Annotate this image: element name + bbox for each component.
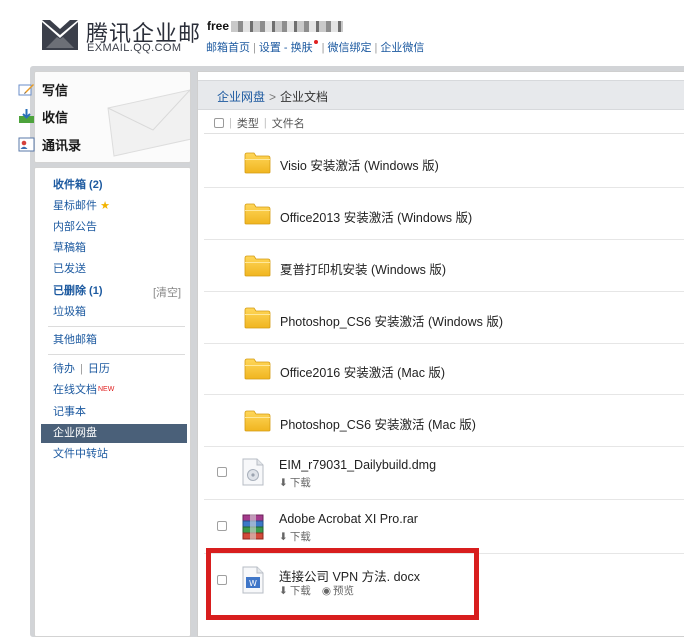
inbox-download-icon — [18, 108, 35, 124]
sidebar-item-spam[interactable]: 垃圾箱 — [53, 304, 86, 320]
online-docs-label: 在线文档 — [53, 384, 97, 396]
sidebar-divider — [48, 354, 185, 355]
row-divider — [204, 499, 684, 500]
file-name[interactable]: Adobe Acrobat XI Pro.rar — [279, 512, 418, 526]
file-actions: ⬇ 下载 — [279, 475, 311, 490]
receive-label: 收信 — [42, 109, 69, 125]
separator: | — [80, 363, 83, 375]
sidebar-item-file-transfer[interactable]: 文件中转站 — [53, 446, 108, 462]
top-links: 邮箱首页 | 设置 - 换肤 | 微信绑定 | 企业微信 — [206, 39, 424, 55]
header-divider — [204, 133, 684, 134]
rar-archive-icon — [242, 514, 264, 540]
sidebar-item-drafts[interactable]: 草稿箱 — [53, 240, 86, 256]
receive-button[interactable]: 收信 — [18, 106, 68, 126]
user-account: free — [207, 19, 344, 33]
breadcrumb-separator: > — [269, 90, 277, 104]
link-wechat-bind[interactable]: 微信绑定 — [328, 42, 372, 54]
sidebar-item-notice[interactable]: 内部公告 — [53, 219, 97, 235]
row-divider — [204, 239, 684, 240]
sidebar-item-calendar[interactable]: 日历 — [88, 363, 110, 375]
separator: | — [374, 42, 378, 54]
compose-button[interactable]: 写信 — [18, 79, 68, 99]
folder-icon — [244, 410, 271, 432]
folder-name[interactable]: Office2013 安装激活 (Windows 版) — [280, 207, 472, 226]
row-divider — [204, 291, 684, 292]
file-checkbox[interactable] — [217, 467, 227, 477]
separator: | — [253, 42, 256, 54]
user-prefix: free — [207, 19, 230, 33]
redacted-email — [231, 21, 344, 33]
folder-name[interactable]: Photoshop_CS6 安装激活 (Mac 版) — [280, 414, 476, 433]
sidebar-item-starred[interactable]: 星标邮件 ★ — [53, 198, 110, 214]
row-divider — [204, 187, 684, 188]
folder-icon — [244, 203, 271, 225]
download-link[interactable]: 下载 — [290, 475, 311, 490]
logo-subtitle: EXMAIL.QQ.COM — [87, 42, 182, 54]
sidebar-item-notes[interactable]: 记事本 — [53, 404, 86, 420]
notification-dot — [313, 40, 318, 44]
row-divider — [204, 394, 684, 395]
exmail-logo[interactable]: 腾讯企业邮 EXMAIL.QQ.COM — [40, 18, 200, 54]
download-icon: ⬇ — [279, 530, 288, 543]
column-filename[interactable]: 文件名 — [272, 115, 305, 131]
dmg-file-icon — [242, 458, 264, 486]
column-separator: | — [263, 117, 267, 129]
sidebar-nav — [34, 167, 191, 637]
download-icon: ⬇ — [279, 476, 288, 489]
envelope-decoration-icon — [107, 89, 190, 157]
sidebar-item-netdisk[interactable]: 企业网盘 — [53, 425, 97, 442]
download-link[interactable]: 下载 — [290, 529, 311, 544]
breadcrumb-current: 企业文档 — [280, 90, 329, 104]
breadcrumb-root[interactable]: 企业网盘 — [217, 90, 265, 104]
folder-name[interactable]: 夏普打印机安装 (Windows 版) — [280, 259, 446, 278]
select-all-checkbox[interactable] — [214, 118, 224, 128]
highlight-box — [206, 548, 479, 620]
folder-name[interactable]: Photoshop_CS6 安装激活 (Windows 版) — [280, 311, 503, 330]
folder-name[interactable]: Visio 安装激活 (Windows 版) — [280, 155, 439, 174]
sidebar-item-deleted[interactable]: 已删除 (1) — [53, 283, 103, 299]
row-divider — [204, 343, 684, 344]
starred-label: 星标邮件 — [53, 200, 97, 212]
contacts-button[interactable]: 通讯录 — [18, 134, 81, 154]
sidebar-item-sent[interactable]: 已发送 — [53, 261, 86, 277]
separator: | — [321, 42, 325, 54]
column-separator: | — [229, 117, 232, 129]
breadcrumb: 企业网盘 > 企业文档 — [217, 88, 328, 105]
star-icon: ★ — [100, 200, 110, 212]
sidebar-item-online-docs[interactable]: 在线文档NEW — [53, 382, 114, 398]
sidebar-item-inbox[interactable]: 收件箱 (2) — [53, 177, 103, 193]
link-settings-skin[interactable]: 设置 - 换肤 — [259, 42, 313, 54]
file-actions: ⬇ 下载 — [279, 529, 311, 544]
link-mail-home[interactable]: 邮箱首页 — [206, 42, 250, 54]
sidebar-item-other-mailbox[interactable]: 其他邮箱 — [53, 332, 97, 348]
folder-icon — [244, 255, 271, 277]
sidebar-item-todo[interactable]: 待办 — [53, 363, 75, 375]
folder-icon — [244, 152, 271, 174]
compose-label: 写信 — [42, 82, 69, 98]
logo-envelope-icon — [42, 20, 78, 50]
clear-trash-link[interactable]: [清空] — [153, 284, 181, 300]
column-header: | 类型 | 文件名 — [214, 115, 305, 131]
sidebar-divider — [48, 326, 185, 327]
contacts-icon — [18, 137, 35, 152]
new-badge: NEW — [98, 386, 115, 393]
contacts-label: 通讯录 — [42, 137, 82, 153]
compose-icon — [18, 82, 35, 97]
link-work-wechat[interactable]: 企业微信 — [380, 42, 424, 54]
file-name[interactable]: EIM_r79031_Dailybuild.dmg — [279, 458, 436, 472]
sidebar-tools-row: 待办 | 日历 — [53, 361, 110, 377]
folder-icon — [244, 358, 271, 380]
folder-icon — [244, 307, 271, 329]
row-divider — [204, 446, 684, 447]
folder-name[interactable]: Office2016 安装激活 (Mac 版) — [280, 362, 445, 381]
file-checkbox[interactable] — [217, 521, 227, 531]
column-type[interactable]: 类型 — [237, 115, 259, 131]
